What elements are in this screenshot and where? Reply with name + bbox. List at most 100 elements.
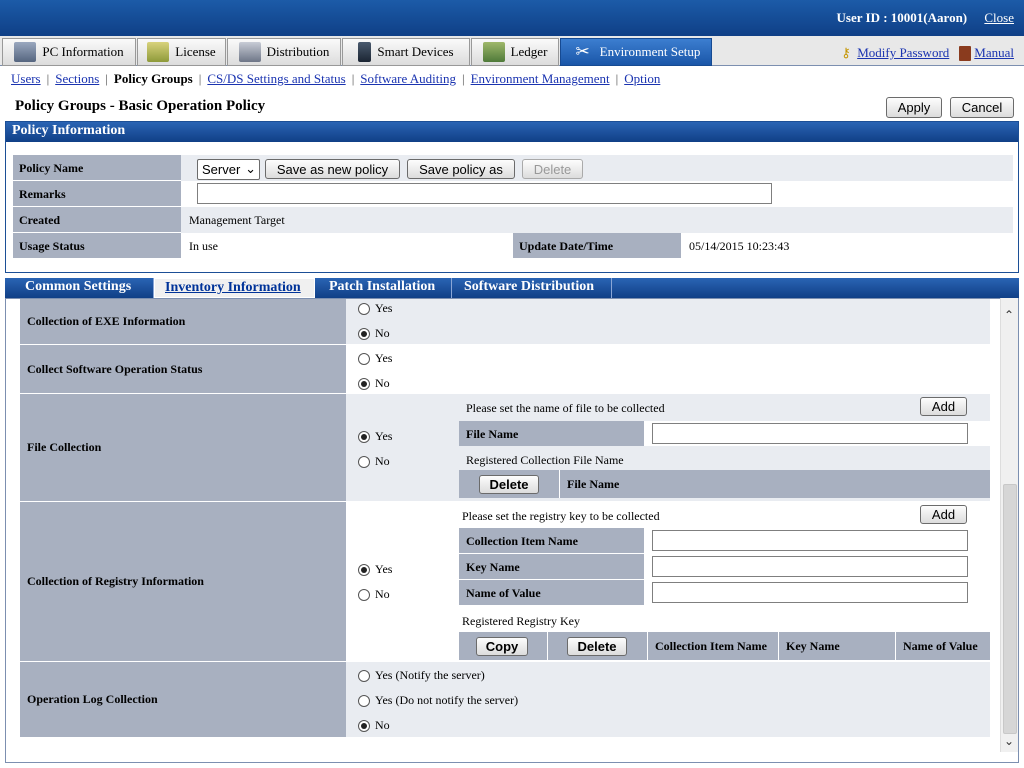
registered-registry-grid-header: Copy Delete Collection Item Name Key Nam… bbox=[459, 632, 990, 660]
menu-tab-license[interactable]: License bbox=[137, 38, 226, 66]
exe-no-radio[interactable]: No bbox=[358, 326, 390, 341]
delete-policy-button[interactable]: Delete bbox=[522, 159, 583, 179]
item-name-column-header: Collection Item Name bbox=[647, 632, 778, 660]
tab-inventory-information[interactable]: Inventory Information bbox=[154, 278, 315, 298]
radio-label: Yes (Notify the server) bbox=[375, 668, 485, 682]
distribution-icon bbox=[238, 42, 261, 62]
delete-file-button[interactable]: Delete bbox=[479, 475, 539, 494]
menu-tab-label: License bbox=[175, 44, 216, 59]
operation-log-row: Operation Log Collection Yes (Notify the… bbox=[20, 662, 990, 738]
policy-name-selected: Server bbox=[202, 162, 241, 177]
modify-password-link[interactable]: Modify Password bbox=[857, 45, 949, 61]
add-registry-button[interactable]: Add bbox=[920, 505, 967, 524]
collection-item-name-label: Collection Item Name bbox=[459, 528, 644, 553]
subnav-sections[interactable]: Sections bbox=[55, 71, 99, 86]
menu-tab-ledger[interactable]: Ledger bbox=[471, 38, 559, 66]
menu-tab-smart-devices[interactable]: Smart Devices bbox=[342, 38, 470, 66]
operation-log-options: Yes (Notify the server) Yes (Do not noti… bbox=[346, 662, 990, 737]
apply-button[interactable]: Apply bbox=[886, 97, 942, 118]
scroll-down-icon[interactable]: ⌄ bbox=[1004, 734, 1014, 749]
sw-status-no-radio[interactable]: No bbox=[358, 376, 390, 391]
tools-icon: ✂ bbox=[575, 42, 590, 61]
subnav-option[interactable]: Option bbox=[624, 71, 660, 86]
subnav-environment-management[interactable]: Environment Management bbox=[471, 71, 610, 86]
scroll-up-icon[interactable]: ⌃ bbox=[1004, 308, 1014, 323]
radio-label: No bbox=[375, 376, 390, 390]
sub-navigation: Users | Sections | Policy Groups | CS/DS Setti… bbox=[11, 71, 661, 86]
op-log-no-notify-radio[interactable]: Yes (Do not notify the server) bbox=[358, 693, 518, 708]
file-collection-yes-radio[interactable]: Yes bbox=[358, 429, 392, 444]
delete-cell bbox=[547, 632, 647, 660]
op-log-no-radio[interactable]: No bbox=[358, 718, 390, 733]
tab-common-settings[interactable]: Common Settings bbox=[15, 278, 154, 298]
subnav-cs-ds-settings[interactable]: CS/DS Settings and Status bbox=[207, 71, 345, 86]
radio-label: No bbox=[375, 587, 390, 601]
value-name-column-header: Name of Value bbox=[895, 632, 990, 660]
exe-collection-row: Collection of EXE Information Yes No bbox=[20, 299, 990, 345]
close-link[interactable]: Close bbox=[984, 10, 1014, 25]
copy-registry-button[interactable]: Copy bbox=[476, 637, 528, 656]
policy-name-select[interactable]: Server ⌄ bbox=[197, 159, 260, 180]
registry-no-radio[interactable]: No bbox=[358, 587, 390, 602]
top-links: ⚷ Modify Password Manual bbox=[841, 45, 1014, 61]
menu-tab-pc-information[interactable]: PC Information bbox=[2, 38, 136, 66]
manual-link[interactable]: Manual bbox=[974, 45, 1014, 61]
menu-tab-environment-setup[interactable]: ✂ Environment Setup bbox=[560, 38, 712, 66]
file-collection-no-radio[interactable]: No bbox=[358, 454, 390, 469]
menu-tab-label: Distribution bbox=[266, 44, 330, 59]
file-name-input[interactable] bbox=[652, 423, 968, 444]
save-as-new-policy-button[interactable]: Save as new policy bbox=[265, 159, 400, 179]
exe-yes-radio[interactable]: Yes bbox=[358, 301, 392, 316]
save-policy-as-button[interactable]: Save policy as bbox=[407, 159, 515, 179]
radio-label: Yes bbox=[375, 429, 393, 443]
chevron-down-icon: ⌄ bbox=[245, 161, 256, 176]
remarks-label: Remarks bbox=[13, 181, 181, 207]
registered-file-grid-header: Delete File Name bbox=[459, 470, 990, 498]
scrollbar-thumb[interactable] bbox=[1003, 484, 1017, 734]
subnav-policy-groups: Policy Groups bbox=[113, 71, 193, 86]
tab-patch-installation[interactable]: Patch Installation bbox=[319, 278, 452, 298]
registered-registry-label: Registered Registry Key bbox=[462, 614, 580, 628]
file-name-label: File Name bbox=[459, 421, 644, 446]
file-name-column-header: File Name bbox=[559, 470, 990, 498]
subnav-users[interactable]: Users bbox=[11, 71, 41, 86]
remarks-input[interactable] bbox=[197, 183, 772, 204]
sw-status-yes-radio[interactable]: Yes bbox=[358, 351, 392, 366]
radio-label: Yes bbox=[375, 351, 393, 365]
created-value: Management Target bbox=[189, 213, 285, 227]
radio-label: No bbox=[375, 718, 390, 732]
name-of-value-input[interactable] bbox=[652, 582, 968, 603]
radio-label: Yes bbox=[375, 562, 393, 576]
file-collection-label: File Collection bbox=[20, 394, 346, 501]
radio-label: No bbox=[375, 326, 390, 340]
op-log-notify-radio[interactable]: Yes (Notify the server) bbox=[358, 668, 485, 683]
remarks-value bbox=[181, 181, 1013, 207]
key-name-column-header: Key Name bbox=[778, 632, 895, 660]
registry-hint: Please set the registry key to be collec… bbox=[462, 509, 660, 523]
policy-name-row: Policy Name Server ⌄ Save as new policy … bbox=[13, 155, 1013, 181]
registry-collection-label: Collection of Registry Information bbox=[20, 502, 346, 661]
page-title: Policy Groups - Basic Operation Policy bbox=[15, 98, 266, 114]
software-status-label: Collect Software Operation Status bbox=[20, 345, 346, 393]
registry-yes-radio[interactable]: Yes bbox=[358, 562, 392, 577]
pc-icon bbox=[14, 42, 37, 62]
user-id-label: User ID : 10001(Aaron) bbox=[836, 10, 968, 25]
exe-collection-options: Yes No bbox=[346, 299, 990, 344]
tab-software-distribution[interactable]: Software Distribution bbox=[454, 278, 612, 298]
collection-item-name-input[interactable] bbox=[652, 530, 968, 551]
remarks-row: Remarks bbox=[13, 181, 1013, 207]
menu-tab-label: Smart Devices bbox=[377, 44, 454, 59]
registry-collection-row: Collection of Registry Information Yes N… bbox=[20, 502, 990, 662]
radio-label: Yes (Do not notify the server) bbox=[375, 693, 519, 707]
subnav-software-auditing[interactable]: Software Auditing bbox=[360, 71, 456, 86]
usage-status-value: In use bbox=[189, 239, 218, 253]
software-status-options: Yes No bbox=[346, 345, 990, 393]
menu-tab-distribution[interactable]: Distribution bbox=[227, 38, 341, 66]
created-label: Created bbox=[13, 207, 181, 233]
name-of-value-label: Name of Value bbox=[459, 580, 644, 605]
add-file-button[interactable]: Add bbox=[920, 397, 967, 416]
key-name-input[interactable] bbox=[652, 556, 968, 577]
panel-scrollbar[interactable]: ⌃ ⌄ bbox=[1000, 298, 1018, 752]
exe-collection-label: Collection of EXE Information bbox=[20, 299, 346, 344]
cancel-button[interactable]: Cancel bbox=[950, 97, 1014, 118]
